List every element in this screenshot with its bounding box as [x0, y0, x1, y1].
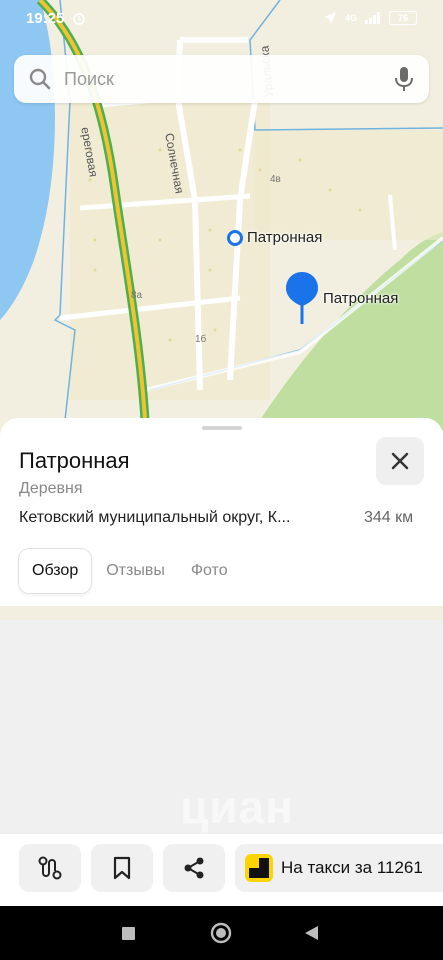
route-icon: [38, 856, 62, 880]
nav-buttons: [122, 922, 318, 944]
status-indicators: 4G 76: [323, 11, 417, 25]
map-label-patronnaya-pin[interactable]: Патронная: [323, 290, 398, 307]
sheet-drag-handle[interactable]: [202, 426, 242, 430]
place-distance: 344 км: [364, 509, 414, 526]
system-nav-bar: [0, 906, 443, 960]
route-button[interactable]: [19, 844, 81, 892]
recent-apps-icon[interactable]: [122, 927, 135, 940]
house-number-4v: 4в: [270, 174, 281, 185]
place-type: Деревня: [19, 480, 83, 497]
tab-photos[interactable]: Фото: [178, 549, 241, 593]
taxi-label: На такси за 11261: [281, 858, 423, 877]
close-button[interactable]: [376, 437, 424, 485]
yandex-taxi-icon: [245, 854, 273, 882]
bookmark-button[interactable]: [91, 844, 153, 892]
status-bar: 19:25 4G 76: [0, 0, 443, 36]
alarm-icon: [73, 13, 86, 25]
location-circle-icon[interactable]: [227, 230, 243, 246]
taxi-button[interactable]: На такси за 11261: [235, 844, 443, 892]
screen: ереговая Солнечная Уральска 4в 8а 1б Пат…: [0, 0, 443, 960]
location-arrow-icon: [323, 12, 336, 24]
microphone-icon[interactable]: [393, 66, 415, 92]
search-icon: [29, 68, 51, 90]
share-icon: [184, 857, 204, 879]
action-bar: На такси за 11261: [0, 834, 443, 906]
search-input[interactable]: [64, 68, 393, 90]
map-label-patronnaya-circle[interactable]: Патронная: [247, 229, 322, 246]
status-time: 19:25: [26, 9, 65, 27]
place-title: Патронная: [19, 448, 130, 473]
place-card[interactable]: Патронная Деревня Кетовский муниципальны…: [0, 418, 443, 606]
search-bar[interactable]: [14, 55, 429, 103]
house-number-8a: 8а: [131, 290, 143, 301]
watermark-logo: циан: [180, 781, 294, 833]
signal-icon: [365, 12, 380, 24]
back-icon[interactable]: [305, 926, 318, 940]
network-type: 4G: [344, 13, 357, 23]
share-button[interactable]: [163, 844, 225, 892]
battery-indicator: 76: [389, 11, 417, 25]
house-number-1b: 1б: [195, 334, 207, 345]
place-address: Кетовский муниципальный округ, К...: [19, 509, 291, 526]
tab-reviews[interactable]: Отзывы: [93, 549, 178, 593]
close-icon: [391, 452, 409, 470]
map-pin-icon[interactable]: [284, 270, 320, 326]
bookmark-icon: [113, 856, 131, 880]
place-tabs: Обзор Отзывы Фото: [19, 549, 241, 593]
tab-overview[interactable]: Обзор: [19, 549, 92, 593]
